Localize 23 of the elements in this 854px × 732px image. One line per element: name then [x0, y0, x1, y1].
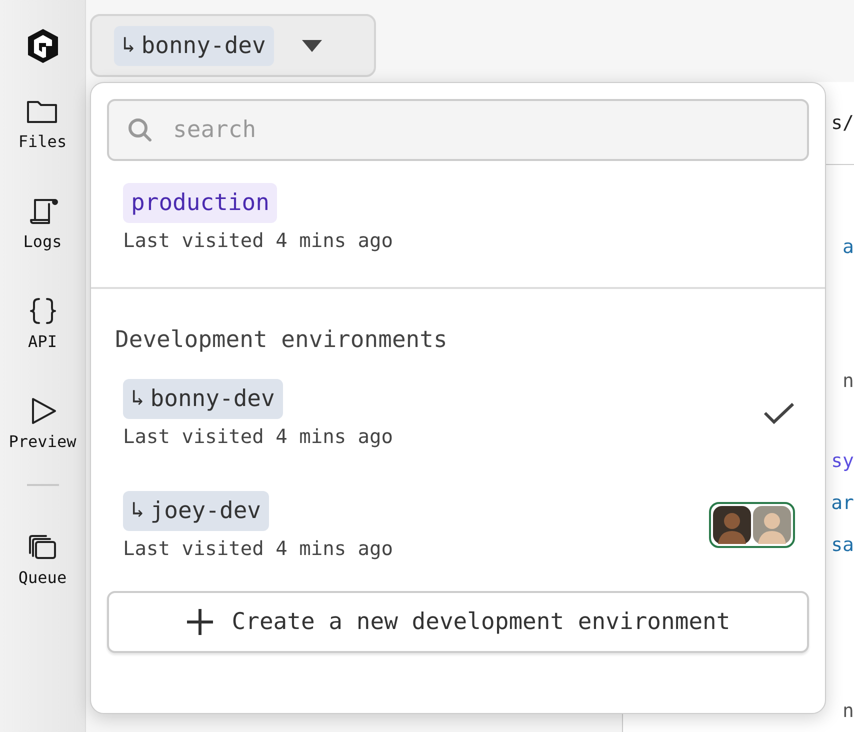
avatar-icon: [753, 506, 791, 544]
file-path: s/: [831, 111, 854, 136]
code-text: n: [842, 369, 854, 394]
plus-icon: [186, 608, 214, 636]
sidebar-item[interactable]: API: [26, 292, 60, 392]
sidebar-item[interactable]: Logs: [23, 192, 62, 292]
environment-item[interactable]: production Last visited 4 mins ago: [107, 161, 809, 273]
sidebar-item[interactable]: Queue: [18, 528, 67, 628]
section-heading: Development environments: [114, 326, 448, 355]
sidebar-item[interactable]: Files: [18, 92, 67, 192]
environment-item[interactable]: ↳ joey-dev Last visited 4 mins ago: [107, 469, 809, 581]
code-text: sa: [831, 533, 854, 558]
caret-icon: [302, 40, 322, 52]
environment-selector[interactable]: ↳ bonny-dev: [90, 14, 376, 77]
search-field[interactable]: search: [107, 99, 809, 161]
sidebar-item[interactable]: Preview: [8, 392, 76, 492]
environment-item[interactable]: ↳ bonny-dev Last visited 4 mins ago: [107, 357, 809, 469]
code-text: n: [842, 699, 854, 724]
code-text: sy: [831, 449, 854, 474]
create-environment-button[interactable]: Create a new development environment: [107, 591, 809, 653]
avatar-icon: [713, 506, 751, 544]
code-text: a: [842, 235, 854, 260]
code-text: ar: [831, 491, 854, 516]
